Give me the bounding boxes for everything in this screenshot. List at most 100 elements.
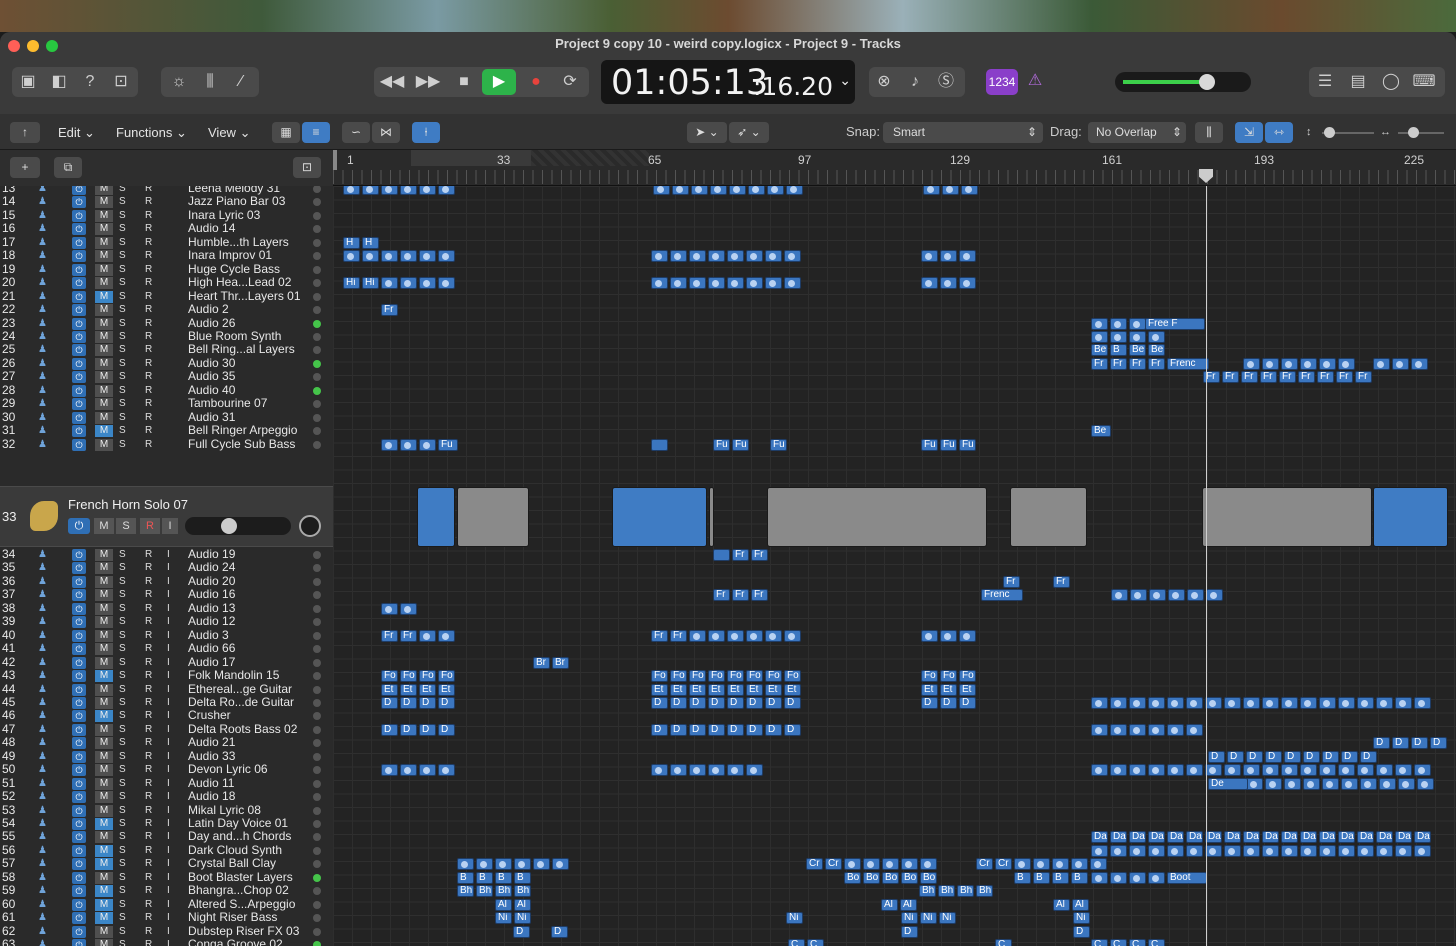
track-name[interactable]: Devon Lyric 06 [188, 763, 313, 776]
mixer-icon[interactable]: ⫼ [196, 67, 224, 97]
record-enable-button[interactable]: R [145, 186, 155, 195]
power-icon[interactable]: ⏻ [72, 357, 86, 370]
midi-region[interactable] [708, 764, 725, 777]
solo-button[interactable]: S [119, 588, 129, 601]
locator-area[interactable] [411, 150, 531, 166]
secondary-tool-menu[interactable]: ➶ ⌄ [729, 122, 769, 143]
mute-button[interactable]: M [95, 263, 113, 276]
track-name[interactable]: Audio 35 [188, 370, 313, 383]
midi-region[interactable]: Fr [1298, 371, 1315, 384]
midi-region[interactable] [1224, 844, 1241, 857]
track-row[interactable]: 46 ♟ ⏻ M S R I Crusher [0, 709, 333, 723]
pan-knob[interactable] [299, 515, 321, 537]
solo-button[interactable]: S [119, 911, 129, 924]
midi-region[interactable] [786, 186, 803, 195]
midi-region[interactable]: Fr [1053, 575, 1070, 588]
midi-region[interactable]: B [457, 871, 474, 884]
midi-region[interactable]: Fr [670, 629, 687, 642]
midi-region[interactable] [689, 764, 706, 777]
power-icon[interactable]: ⏻ [72, 371, 86, 384]
midi-region[interactable]: Fr [732, 589, 749, 602]
mute-button[interactable]: M [95, 223, 113, 236]
power-icon[interactable]: ⏻ [72, 818, 86, 830]
record-enable-button[interactable]: R [145, 548, 155, 561]
record-enable-button[interactable]: R [145, 925, 155, 938]
midi-region[interactable]: Da [1414, 831, 1431, 844]
track-row[interactable]: 31 ♟ ⏻ M S R Bell Ringer Arpeggio [0, 424, 333, 438]
power-icon[interactable]: ⏻ [72, 398, 86, 411]
input-monitor-button[interactable]: I [167, 588, 173, 601]
browser-icon[interactable]: ◯ [1377, 67, 1405, 97]
solo-button[interactable]: S [119, 357, 129, 370]
vertical-zoom-knob[interactable] [1324, 127, 1335, 138]
record-enable-button[interactable]: R [145, 343, 155, 356]
midi-region[interactable]: Al [1053, 898, 1070, 911]
midi-region[interactable]: D [419, 723, 436, 736]
midi-region[interactable] [438, 186, 455, 195]
track-name[interactable]: Bell Ringer Arpeggio [188, 424, 313, 437]
midi-region[interactable] [727, 764, 744, 777]
midi-region[interactable] [1319, 764, 1336, 777]
solo-button[interactable]: S [119, 561, 129, 574]
track-row[interactable]: 28 ♟ ⏻ M S R Audio 40 [0, 383, 333, 398]
midi-region[interactable]: Al [900, 898, 917, 911]
automation-icon[interactable]: ∽ [342, 122, 370, 143]
midi-region[interactable] [1033, 858, 1050, 871]
record-enable-button[interactable]: R [145, 696, 155, 709]
midi-region[interactable] [708, 277, 725, 290]
power-icon[interactable]: ⏻ [72, 330, 86, 343]
midi-region[interactable] [1148, 871, 1165, 884]
track-name[interactable]: Audio 12 [188, 615, 313, 628]
record-enable-button[interactable]: R [145, 276, 155, 289]
midi-region[interactable] [400, 602, 417, 615]
power-icon[interactable]: ⏻ [72, 939, 86, 946]
mute-button[interactable]: M [95, 898, 113, 911]
horizontal-zoom-knob[interactable] [1408, 127, 1419, 138]
input-monitor-button[interactable]: I [167, 844, 173, 857]
midi-region[interactable] [708, 250, 725, 263]
selected-track[interactable]: 33 French Horn Solo 07 ⏻ M S R I [0, 486, 333, 547]
power-icon[interactable]: ⏻ [72, 304, 86, 317]
midi-region[interactable]: D [727, 696, 744, 709]
midi-region[interactable] [533, 858, 550, 871]
midi-region[interactable]: Fu [770, 438, 787, 451]
track-name[interactable]: Audio 2 [188, 303, 313, 316]
midi-region[interactable]: Fr [1317, 371, 1334, 384]
midi-region[interactable]: Fr [1355, 371, 1372, 384]
track-row[interactable]: 53 ♟ ⏻ M S R I Mikal Lyric 08 [0, 803, 333, 818]
midi-region[interactable]: Ni [939, 912, 956, 925]
midi-region[interactable]: Cr [976, 858, 993, 871]
midi-region[interactable]: Fr [381, 629, 398, 642]
track-row[interactable]: 55 ♟ ⏻ M S R I Day and...h Chords [0, 830, 333, 844]
midi-region[interactable]: B [1052, 871, 1069, 884]
midi-region[interactable]: Et [784, 683, 801, 696]
midi-region[interactable]: C [1148, 939, 1165, 946]
record-enable-button[interactable]: R [145, 195, 155, 208]
midi-region[interactable]: Fo [689, 670, 706, 683]
midi-region[interactable] [1091, 317, 1108, 330]
midi-region[interactable]: Frenc [1167, 357, 1209, 370]
track-name[interactable]: Audio 20 [188, 575, 313, 588]
midi-region[interactable] [1262, 357, 1279, 370]
midi-region[interactable] [651, 250, 668, 263]
track-name[interactable]: Crusher [188, 709, 313, 722]
solo-button[interactable]: S [119, 763, 129, 776]
track-row[interactable]: 50 ♟ ⏻ M S R I Devon Lyric 06 [0, 763, 333, 777]
solo-button[interactable]: S [119, 343, 129, 356]
midi-region[interactable] [419, 629, 436, 642]
track-row[interactable]: 32 ♟ ⏻ M S R Full Cycle Sub Bass [0, 437, 333, 452]
inspector-icon[interactable]: ◧ [45, 67, 73, 97]
midi-region[interactable] [419, 438, 436, 451]
mute-button[interactable]: M [95, 209, 113, 222]
power-icon[interactable]: ⏻ [72, 250, 86, 263]
record-enable-button[interactable]: R [145, 844, 155, 857]
power-icon[interactable]: ⏻ [72, 236, 86, 249]
midi-region[interactable] [1265, 777, 1282, 790]
midi-region[interactable]: Da [1186, 831, 1203, 844]
midi-region[interactable] [710, 186, 727, 195]
midi-region[interactable] [400, 764, 417, 777]
midi-region[interactable]: D [381, 696, 398, 709]
track-row[interactable]: 48 ♟ ⏻ M S R I Audio 21 [0, 736, 333, 750]
track-row[interactable]: 34 ♟ ⏻ M S R I Audio 19 [0, 548, 333, 562]
midi-region[interactable]: Fr [651, 629, 668, 642]
